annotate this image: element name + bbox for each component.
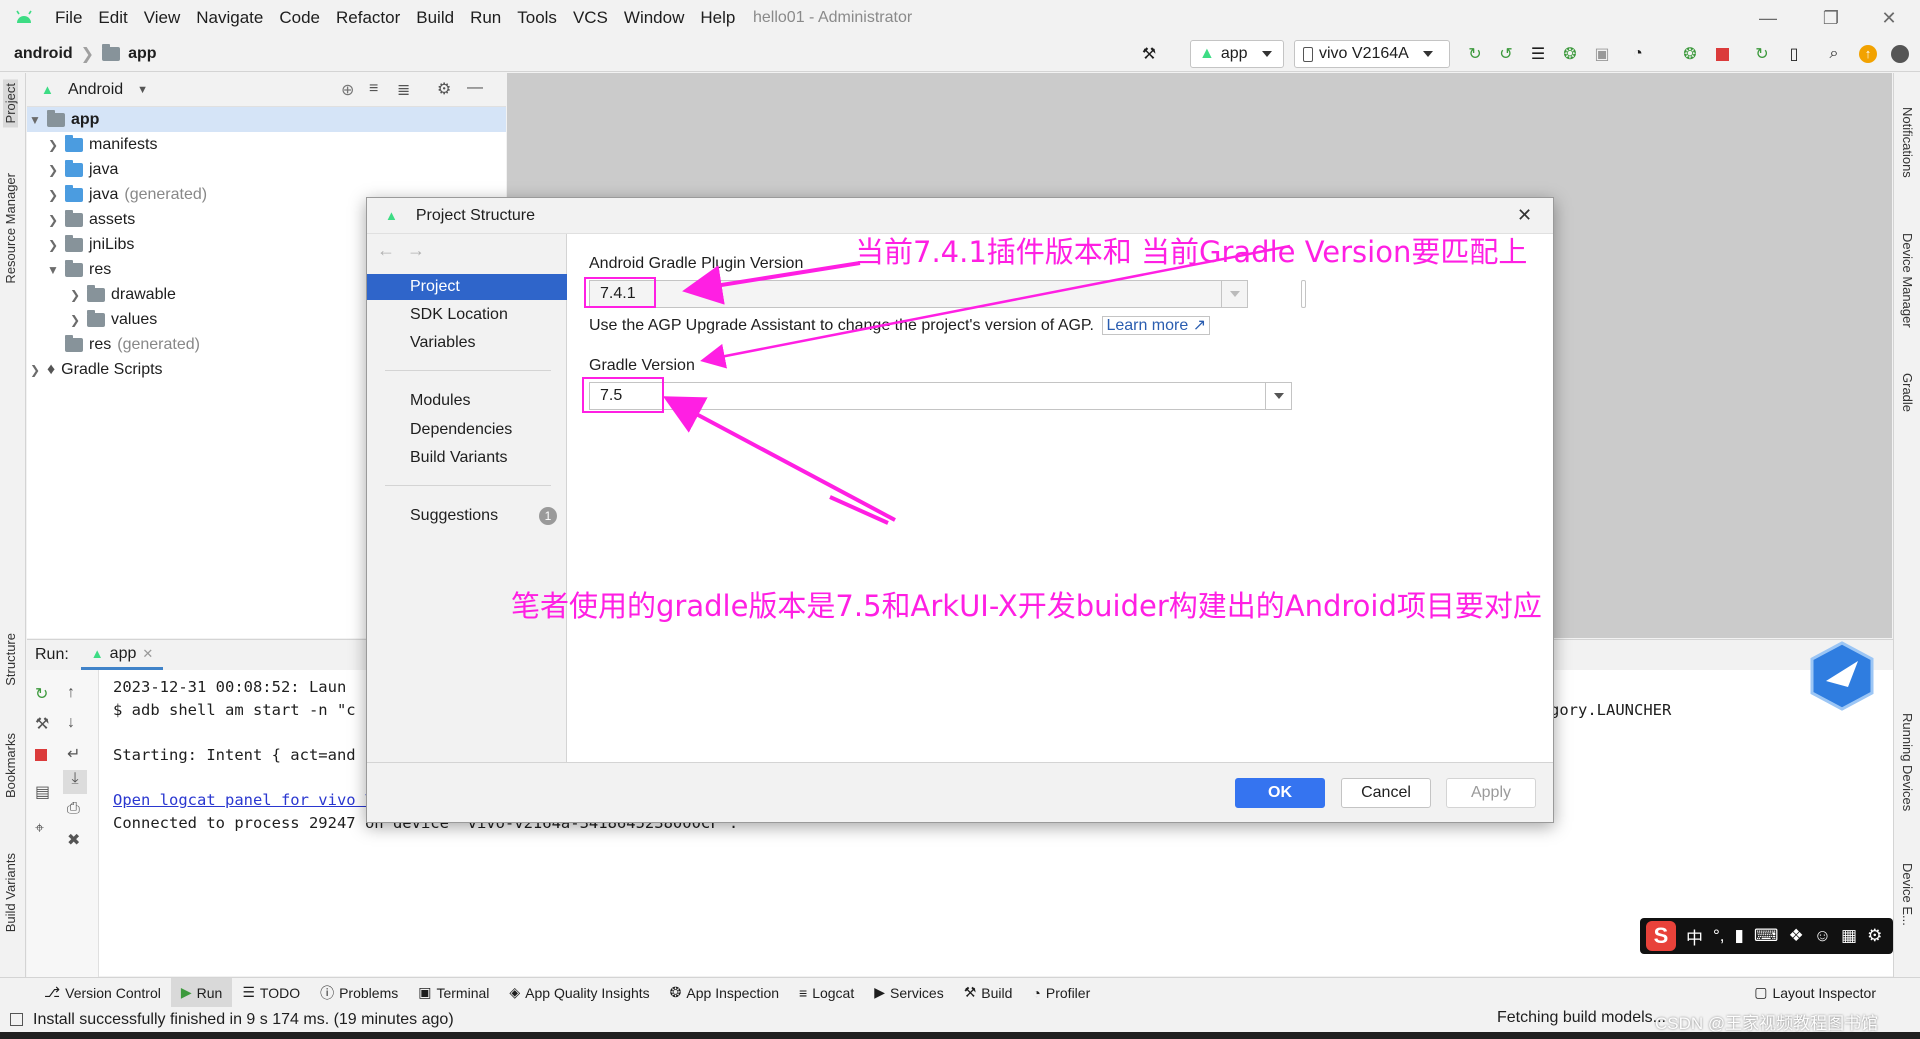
tab-todo[interactable]: ☰ TODO bbox=[232, 978, 310, 1008]
logcat-icon: ≡ bbox=[799, 984, 808, 1001]
skin-icon[interactable]: ❖ bbox=[1788, 926, 1803, 946]
tab-label: Terminal bbox=[436, 984, 490, 1001]
tab-problems[interactable]: ⓘ Problems bbox=[310, 978, 408, 1008]
play-icon: ▶ bbox=[180, 984, 192, 1000]
background-task-status[interactable]: Fetching build models... bbox=[1497, 1009, 1666, 1027]
tab-label: Services bbox=[890, 984, 944, 1001]
tab-label: Layout Inspector bbox=[1772, 984, 1876, 1001]
arrow-to-gradle-value bbox=[662, 396, 896, 522]
tab-run[interactable]: ▶ Run bbox=[170, 977, 233, 1008]
tab-logcat[interactable]: ≡ Logcat bbox=[789, 978, 864, 1008]
profiler-icon: ◔ bbox=[1032, 984, 1041, 1001]
ime-toolbar: S 中 °, ▮ ⌨ ❖ ☺ ▦ ⚙ bbox=[1640, 918, 1893, 954]
hammer-icon: ⚒ bbox=[963, 984, 977, 1000]
info-icon: ⓘ bbox=[320, 984, 335, 1001]
sogou-logo-icon: S bbox=[1646, 921, 1676, 951]
layout-inspector-icon: ▢ bbox=[1754, 984, 1768, 1000]
status-message: Install successfully finished in 9 s 174… bbox=[33, 1010, 454, 1028]
floating-assistant-icon[interactable] bbox=[1808, 641, 1876, 711]
tab-services[interactable]: ▶ Services bbox=[864, 978, 953, 1008]
tab-terminal[interactable]: ▣ Terminal bbox=[408, 978, 499, 1008]
tab-label: Problems bbox=[339, 984, 399, 1001]
tab-build[interactable]: ⚒ Build bbox=[954, 978, 1023, 1008]
os-taskbar bbox=[0, 1032, 1920, 1039]
status-bar: Install successfully finished in 9 s 174… bbox=[0, 1007, 1920, 1033]
list-icon: ☰ bbox=[242, 984, 255, 1000]
tab-label: Profiler bbox=[1045, 984, 1091, 1001]
diamond-icon: ◈ bbox=[509, 984, 521, 1000]
services-icon: ▶ bbox=[874, 984, 886, 1000]
status-icon[interactable] bbox=[10, 1013, 23, 1026]
tab-app-quality-insights[interactable]: ◈ App Quality Insights bbox=[499, 978, 659, 1008]
watermark: CSDN @王家视频教程图书馆 bbox=[1655, 1014, 1879, 1033]
tab-label: App Quality Insights bbox=[525, 984, 650, 1001]
tab-layout-inspector[interactable]: ▢ Layout Inspector bbox=[1744, 978, 1886, 1008]
inspection-icon: ❂ bbox=[669, 984, 682, 1000]
tab-label: Logcat bbox=[812, 984, 855, 1001]
branch-icon: ⎇ bbox=[44, 984, 61, 1000]
arrow-to-gradle-label bbox=[700, 244, 1291, 369]
bottom-tool-tabs: ⎇ Version Control ▶ Run ☰ TODO ⓘ Problems ▣ T… bbox=[0, 977, 1920, 1008]
annotation-arrows bbox=[662, 244, 1291, 525]
ime-mode-toggle[interactable]: 中 bbox=[1686, 924, 1703, 949]
arrow-to-agp bbox=[682, 261, 861, 305]
keyboard-icon[interactable]: ⌨ bbox=[1754, 926, 1779, 946]
tab-label: Run bbox=[196, 984, 223, 1001]
gear-icon[interactable]: ⚙ bbox=[1867, 926, 1882, 946]
tab-label: Build bbox=[981, 984, 1013, 1001]
tab-label: TODO bbox=[259, 984, 301, 1001]
microphone-icon[interactable]: ▮ bbox=[1735, 926, 1744, 946]
tab-version-control[interactable]: ⎇ Version Control bbox=[34, 978, 171, 1008]
tab-app-inspection[interactable]: ❂ App Inspection bbox=[660, 978, 789, 1008]
emoji-icon[interactable]: ☺ bbox=[1814, 926, 1831, 946]
tab-label: Version Control bbox=[65, 984, 161, 1001]
tab-profiler[interactable]: ◔ Profiler bbox=[1022, 978, 1100, 1008]
toolbox-icon[interactable]: ▦ bbox=[1841, 926, 1857, 946]
punctuation-icon[interactable]: °, bbox=[1713, 926, 1725, 946]
tab-label: App Inspection bbox=[686, 984, 780, 1001]
terminal-icon: ▣ bbox=[418, 984, 432, 1000]
